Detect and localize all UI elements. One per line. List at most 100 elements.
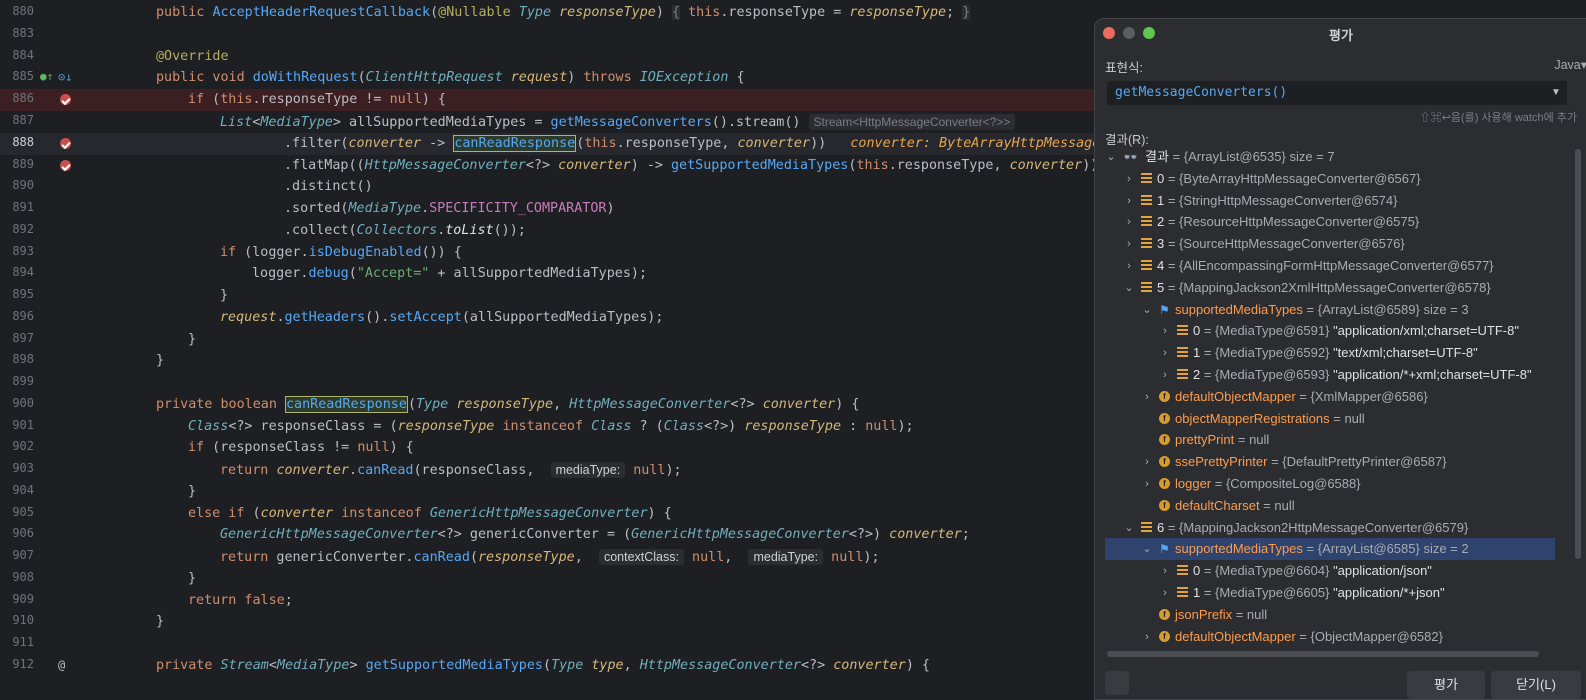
tree-node[interactable]: f objectMapperRegistrations = null xyxy=(1105,408,1555,430)
line-number[interactable]: 908 xyxy=(0,566,34,588)
tree-node[interactable]: › 2 = {ResourceHttpMessageConverter@6575} xyxy=(1105,211,1555,233)
line-number[interactable]: 905 xyxy=(0,501,34,523)
expression-text[interactable]: getMessageConverters() xyxy=(1115,85,1287,100)
line-number[interactable]: 888 xyxy=(0,131,34,153)
horizontal-scrollbar[interactable] xyxy=(1107,651,1539,657)
line-number[interactable]: 887 xyxy=(0,109,34,131)
expand-arrow-icon[interactable]: › xyxy=(1159,582,1171,604)
list-icon xyxy=(1141,194,1152,206)
result-tree[interactable]: ⌄ 👓 결과 = {ArrayList@6535} size = 7 › 0 = {By… xyxy=(1105,146,1555,656)
line-number[interactable]: 900 xyxy=(0,392,34,414)
evaluate-button[interactable]: 평가 xyxy=(1407,671,1485,699)
tree-node[interactable]: f jsonPrefix = null xyxy=(1105,604,1555,626)
tree-node[interactable]: › f logger = {CompositeLog@6588} xyxy=(1105,473,1555,495)
tree-node[interactable]: › f defaultObjectMapper = {XmlMapper@6586} xyxy=(1105,386,1555,408)
expand-arrow-icon[interactable]: › xyxy=(1123,233,1135,255)
debug-search-icon[interactable]: ⊙↓ xyxy=(58,70,72,84)
close-button[interactable]: 닫기(L) xyxy=(1491,671,1581,699)
collapse-arrow-icon[interactable]: ⌄ xyxy=(1105,146,1117,168)
tree-node[interactable]: › f ssePrettyPrinter = {DefaultPrettyPrint… xyxy=(1105,451,1555,473)
line-number[interactable]: 903 xyxy=(0,457,34,479)
tree-node[interactable]: › 1 = {MediaType@6605} "application/*+jso… xyxy=(1105,582,1555,604)
line-number[interactable]: 892 xyxy=(0,218,34,240)
line-number[interactable]: 901 xyxy=(0,414,34,436)
line-number[interactable]: 906 xyxy=(0,522,34,544)
tree-node[interactable]: › 4 = {AllEncompassingFormHttpMessageConv… xyxy=(1105,255,1555,277)
tree-node[interactable]: ⌄ 6 = {MappingJackson2HttpMessageConverte… xyxy=(1105,517,1555,539)
line-number[interactable]: 883 xyxy=(0,22,34,44)
expand-arrow-icon[interactable]: › xyxy=(1159,364,1171,386)
line-number[interactable]: 897 xyxy=(0,327,34,349)
breakpoint-icon[interactable] xyxy=(60,94,71,105)
history-dropdown-icon[interactable]: ▼ xyxy=(1545,81,1567,105)
expand-arrow-icon[interactable]: › xyxy=(1141,386,1153,408)
breakpoint-icon[interactable] xyxy=(60,160,71,171)
line-number[interactable]: 890 xyxy=(0,174,34,196)
expand-arrow-icon[interactable]: › xyxy=(1159,342,1171,364)
tree-node[interactable]: ⌄ 5 = {MappingJackson2XmlHttpMessageConve… xyxy=(1105,277,1555,299)
line-number[interactable]: 886 xyxy=(0,87,34,109)
tree-node[interactable]: › 0 = {MediaType@6604} "application/json" xyxy=(1105,560,1555,582)
expand-arrow-icon[interactable]: › xyxy=(1159,320,1171,342)
tree-node[interactable]: › f defaultObjectMapper = {ObjectMapper@65… xyxy=(1105,626,1555,648)
expand-arrow-icon[interactable]: › xyxy=(1141,473,1153,495)
tree-node[interactable]: › 1 = {MediaType@6592} "text/xml;charset=… xyxy=(1105,342,1555,364)
line-number[interactable]: 904 xyxy=(0,479,34,501)
tree-node-name: prettyPrint xyxy=(1175,432,1235,448)
line-number[interactable]: 896 xyxy=(0,305,34,327)
line-number[interactable]: 912 xyxy=(0,653,34,675)
tree-node[interactable]: › 3 = {SourceHttpMessageConverter@6576} xyxy=(1105,233,1555,255)
tree-node[interactable]: › 0 = {ByteArrayHttpMessageConverter@6567… xyxy=(1105,168,1555,190)
line-number[interactable]: 880 xyxy=(0,0,34,22)
tree-node[interactable]: ⌄ ⚑ supportedMediaTypes = {ArrayList@6585}… xyxy=(1105,538,1555,561)
expand-arrow-icon[interactable]: › xyxy=(1141,451,1153,473)
collapse-arrow-icon[interactable]: ⌄ xyxy=(1123,517,1135,539)
list-icon xyxy=(1141,238,1152,250)
collapse-arrow-icon[interactable]: ⌄ xyxy=(1141,538,1153,560)
code-line-900: private boolean canReadResponse(Type res… xyxy=(156,396,860,413)
tree-node[interactable]: › 1 = {StringHttpMessageConverter@6574} xyxy=(1105,190,1555,212)
tree-node[interactable]: f defaultCharset = null xyxy=(1105,495,1555,517)
tree-node[interactable]: ⌄ 👓 결과 = {ArrayList@6535} size = 7 xyxy=(1105,146,1555,168)
line-number[interactable]: 885 xyxy=(0,65,34,87)
line-number[interactable]: 909 xyxy=(0,588,34,610)
expand-arrow-icon[interactable]: › xyxy=(1159,560,1171,582)
evaluate-dialog[interactable]: 평가 표현식: Java▾ getMessageConverters() ⤢ ▼… xyxy=(1094,18,1586,700)
line-number[interactable]: 891 xyxy=(0,196,34,218)
line-number[interactable]: 907 xyxy=(0,544,34,566)
tree-node[interactable]: f prettyPrint = null xyxy=(1105,429,1555,451)
line-number[interactable]: 895 xyxy=(0,283,34,305)
expand-arrow-icon[interactable]: › xyxy=(1123,211,1135,233)
line-number[interactable]: 898 xyxy=(0,348,34,370)
line-number[interactable]: 894 xyxy=(0,261,34,283)
vertical-scrollbar[interactable] xyxy=(1575,149,1581,559)
tree-node-value: = {CompositeLog@6588} xyxy=(1211,476,1361,491)
line-number[interactable]: 910 xyxy=(0,609,34,631)
expand-arrow-icon[interactable]: › xyxy=(1123,168,1135,190)
field-icon: f xyxy=(1159,478,1170,489)
tree-node[interactable]: › 2 = {MediaType@6593} "application/*+xml… xyxy=(1105,364,1555,386)
expand-arrow-icon[interactable]: › xyxy=(1123,190,1135,212)
tree-node[interactable]: › 0 = {MediaType@6591} "application/xml;c… xyxy=(1105,320,1555,342)
code-line-895: } xyxy=(220,288,229,303)
tree-node[interactable]: ⌄ ⚑ supportedMediaTypes = {ArrayList@6589}… xyxy=(1105,299,1555,321)
line-number[interactable]: 884 xyxy=(0,44,34,66)
code-line-901: Class<?> responseClass = (responseType i… xyxy=(188,419,914,434)
override-icon[interactable]: ●↑ xyxy=(40,70,53,83)
expand-arrow-icon[interactable]: › xyxy=(1123,255,1135,277)
expand-arrow-icon[interactable]: › xyxy=(1141,626,1153,648)
field-icon: f xyxy=(1159,608,1170,620)
language-select[interactable]: Java▾ xyxy=(1554,57,1586,72)
collapse-arrow-icon[interactable]: ⌄ xyxy=(1123,277,1135,299)
help-button[interactable] xyxy=(1105,671,1129,695)
collapse-arrow-icon[interactable]: ⌄ xyxy=(1141,299,1153,321)
dialog-titlebar[interactable]: 평가 xyxy=(1095,19,1586,47)
line-number[interactable]: 899 xyxy=(0,370,34,392)
line-number[interactable]: 902 xyxy=(0,435,34,457)
line-number[interactable]: 889 xyxy=(0,153,34,175)
expression-input[interactable]: getMessageConverters() ⤢ xyxy=(1107,81,1565,105)
line-number[interactable]: 893 xyxy=(0,240,34,262)
line-number[interactable]: 911 xyxy=(0,631,34,653)
annotation-at-icon[interactable]: @ xyxy=(58,658,65,672)
breakpoint-icon[interactable] xyxy=(60,138,71,149)
